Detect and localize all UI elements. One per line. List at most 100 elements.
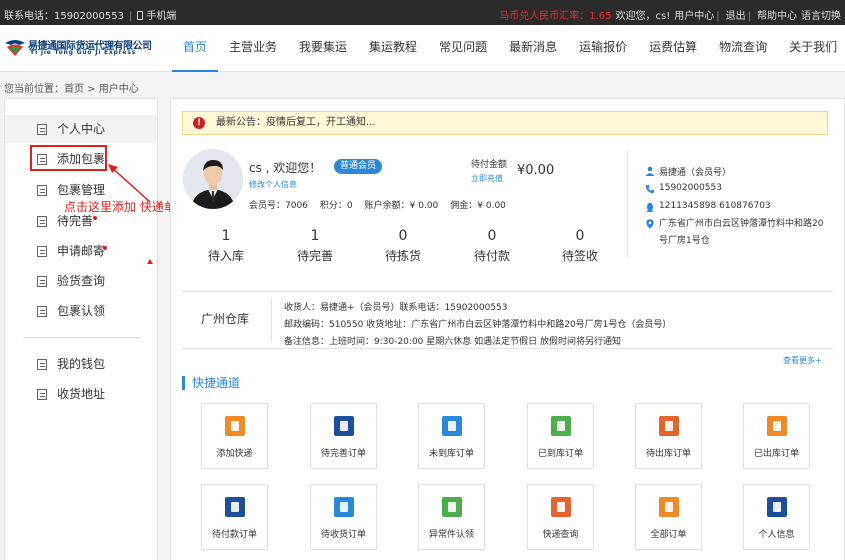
logo-mark-icon [5, 40, 25, 56]
warehouse-address: 邮政编码：510550 收货地址：广东省广州市白云区钟落潭竹料中和路20号厂房1… [284, 320, 672, 330]
quick-tile[interactable]: 全部订单 [635, 484, 702, 550]
notice-bar[interactable]: ! 最新公告：疫情后复工，开工通知... [182, 111, 828, 135]
edit-profile-link[interactable]: 修改个人信息 [249, 179, 297, 190]
member-number: 会员号：7006 [249, 201, 308, 211]
nav-faq[interactable]: 常见问题 [428, 25, 498, 72]
points: 积分：0 [319, 201, 353, 211]
quick-tile-label: 待收货订单 [320, 530, 366, 540]
logout-link[interactable]: 退出 [726, 11, 746, 22]
sidebar-item-label: 个人中心 [57, 122, 106, 136]
main-panel: ! 最新公告：疫情后复工，开工通知... cs , 欢迎您！ 普通会员 修改个人… [170, 98, 845, 560]
count-to-pick[interactable]: 0 待拣货 [358, 227, 448, 265]
nav-pricing[interactable]: 运输报价 [568, 25, 638, 72]
nav-estimate[interactable]: 运费估算 [638, 25, 708, 72]
count-to-warehouse[interactable]: 1 待入库 [181, 227, 271, 265]
vertical-divider [627, 151, 628, 257]
nav-tutorial[interactable]: 集运教程 [358, 25, 428, 72]
member-level-badge: 普通会员 [334, 159, 383, 174]
quick-tile[interactable]: 待付款订单 [201, 484, 268, 550]
quick-tile[interactable]: 待完善订单 [310, 403, 377, 469]
avatar-portrait-icon [183, 149, 243, 209]
nav-news[interactable]: 最新消息 [498, 25, 568, 72]
count-to-pay[interactable]: 0 待付款 [447, 227, 537, 265]
document-icon [37, 185, 47, 196]
contact-name: 易捷通（会员号） [659, 168, 732, 178]
user-icon [645, 166, 655, 176]
pending-complete-icon [334, 416, 354, 436]
nav-consolidate[interactable]: 我要集运 [288, 25, 358, 72]
sidebar-item-label: 包裹认领 [57, 304, 106, 318]
warehouse-note: 备注信息：上班时间：9:30-20:00 星期六休息 如遇法定节假日 放假时间将… [284, 337, 621, 347]
welcome-text: cs , 欢迎您！ [249, 161, 322, 175]
breadcrumb: 您当前位置：首页 > 用户中心 [4, 84, 139, 95]
pending-out-icon [659, 416, 679, 436]
document-icon [37, 216, 47, 227]
sidebar-item-label: 申请邮寄 [57, 244, 106, 258]
exchange-rate: 马币兑人民币汇率：1.65 [499, 11, 612, 22]
count-number: 1 [310, 228, 320, 244]
document-icon [37, 359, 47, 370]
count-label: 待拣货 [384, 249, 421, 263]
sidebar-item-wallet[interactable]: 我的钱包 [5, 350, 157, 378]
view-more-link[interactable]: 查看更多+ [783, 355, 822, 366]
contact-qq-row: 1211345898 610876703 [643, 201, 771, 212]
personal-info-icon [767, 497, 787, 517]
nav-about[interactable]: 关于我们 [778, 25, 845, 72]
contact-address: 广东省广州市白云区钟落潭竹料中和路20号厂房1号仓 [659, 219, 824, 246]
add-express-icon [225, 416, 245, 436]
count-number: 0 [487, 228, 497, 244]
nav-home[interactable]: 首页 [172, 25, 219, 72]
top-bar: 联系电话：15902000553 | 手机端 马币兑人民币汇率：1.65 欢迎您，cs… [0, 0, 845, 25]
recharge-link[interactable]: 立即充值 [471, 173, 503, 184]
account-balance: 账户余额：¥ 0.00 [364, 201, 439, 211]
quick-tile-label: 个人信息 [758, 530, 795, 540]
contact-phone-row: 15902000553 [643, 183, 722, 194]
quick-tile[interactable]: 已出库订单 [743, 403, 810, 469]
count-to-sign[interactable]: 0 待签收 [535, 227, 625, 265]
warehouse-card: 广州仓库 收货人：易捷通+（会员号）联系电话：15902000553 邮政编码：… [181, 291, 833, 349]
mobile-link[interactable]: 手机端 [146, 11, 176, 22]
sidebar-item-claim[interactable]: 包裹认领 [5, 297, 157, 325]
quick-tile[interactable]: 已到库订单 [527, 403, 594, 469]
logo-en: Yi Jie Tong Guo Ji Express [30, 49, 137, 56]
quick-tile-label: 待完善订单 [320, 449, 366, 459]
count-number: 0 [575, 228, 585, 244]
quick-tile-label: 待付款订单 [211, 530, 257, 540]
sidebar-item-personal-center[interactable]: 个人中心 [5, 115, 157, 143]
contact-phone-number: 15902000553 [659, 183, 722, 193]
count-number: 0 [398, 228, 408, 244]
language-switch[interactable]: 语言切换 [801, 11, 841, 22]
notification-dot [93, 216, 97, 220]
exception-claim-icon [442, 497, 462, 517]
topbar-right: 马币兑人民币汇率：1.65 欢迎您，cs! 用户中心 | 退出 | 帮助中心 语言切换 [499, 11, 841, 22]
quick-access-grid: 添加快递 待完善订单 未到库订单 已到库订单 待出库订单 已出库订单待付款订单 待收货订单 异… [201, 403, 845, 560]
quick-tile[interactable]: 待出库订单 [635, 403, 702, 469]
sidebar-item-inspection[interactable]: 验货查询 [5, 267, 157, 295]
sidebar-item-apply-mail[interactable]: 申请邮寄 [5, 237, 157, 265]
count-label: 待完善 [296, 249, 333, 263]
user-center-link[interactable]: 用户中心 [674, 11, 714, 22]
quick-tile-label: 待出库订单 [645, 449, 691, 459]
quick-tile[interactable]: 个人信息 [743, 484, 810, 550]
nav-business[interactable]: 主营业务 [218, 25, 288, 72]
count-to-complete[interactable]: 1 待完善 [270, 227, 360, 265]
logo[interactable]: 易捷通国际货运代理有限公司 Yi Jie Tong Guo Ji Express [4, 37, 152, 59]
greeting: 欢迎您，cs! [615, 11, 671, 22]
quick-tile[interactable]: 待收货订单 [310, 484, 377, 550]
shipped-icon [767, 416, 787, 436]
quick-tile[interactable]: 未到库订单 [418, 403, 485, 469]
pending-receive-icon [334, 497, 354, 517]
sidebar-item-label: 包裹管理 [57, 183, 106, 197]
quick-tile[interactable]: 快递查询 [527, 484, 594, 550]
sidebar-item-address[interactable]: 收货地址 [5, 380, 157, 408]
nav-tracking[interactable]: 物流查询 [708, 25, 778, 72]
contact-name-row: 易捷通（会员号） [643, 165, 731, 178]
contact-phone: 联系电话：15902000553 [4, 11, 124, 22]
quick-tile[interactable]: 添加快递 [201, 403, 268, 469]
document-icon [37, 389, 47, 400]
notice-text: 最新公告：疫情后复工，开工通知... [216, 117, 376, 128]
help-center-link[interactable]: 帮助中心 [757, 11, 797, 22]
sidebar-item-label: 收货地址 [57, 387, 106, 401]
count-label: 待付款 [473, 249, 510, 263]
quick-tile[interactable]: 异常件认领 [418, 484, 485, 550]
